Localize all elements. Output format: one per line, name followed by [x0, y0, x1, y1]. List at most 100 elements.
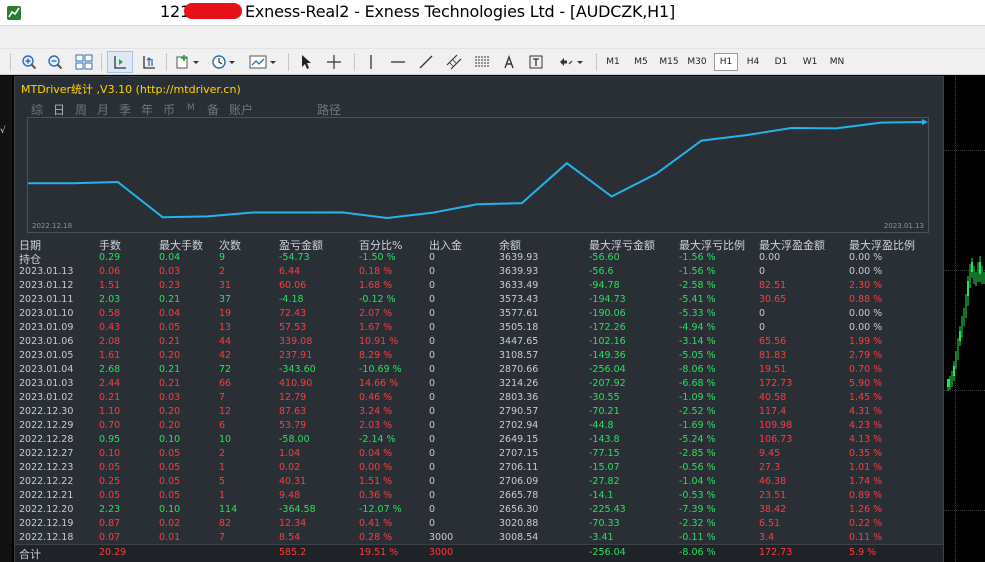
cell-max-fp: 0	[759, 266, 766, 277]
cell-count: 2	[219, 266, 226, 277]
cell-max-fl-pct: -4.94 %	[679, 322, 716, 333]
table-row[interactable]: 2023.01.06 2.08 0.21 44 339.08 10.91 % 0 3447.6…	[19, 336, 939, 350]
cell-max-fp: 40.58	[759, 392, 787, 403]
zoom-in-icon[interactable]	[18, 51, 40, 73]
indicators-icon[interactable]	[172, 51, 204, 73]
tab-month[interactable]: 月	[97, 101, 109, 118]
periods-clock-icon[interactable]	[208, 51, 240, 73]
cell-pct: -2.14 %	[359, 434, 396, 445]
cell-max-fl-pct: -2.52 %	[679, 406, 716, 417]
table-row[interactable]: 2023.01.05 1.61 0.20 42 237.91 8.29 % 0 3108.57…	[19, 350, 939, 364]
table-row[interactable]: 2022.12.30 1.10 0.20 12 87.63 3.24 % 0 2790.57 -…	[19, 406, 939, 420]
cell-io: 0	[429, 294, 436, 305]
cell-balance: 3633.49	[499, 280, 539, 291]
cursor-icon[interactable]	[294, 51, 318, 73]
column-header[interactable]: 次数	[219, 237, 241, 253]
table-row[interactable]: 2023.01.02 0.21 0.03 7 12.79 0.46 % 0 2803.36 -3…	[19, 392, 939, 406]
cell-pct: -1.50 %	[359, 252, 396, 263]
tab-comment[interactable]: 备	[207, 101, 219, 118]
table-row[interactable]: 2022.12.21 0.05 0.05 1 9.48 0.36 % 0 2665.78 -14…	[19, 490, 939, 504]
cell-max-fp-pct: 0.70 %	[849, 364, 883, 375]
cell-max-fl-pct: -8.06 %	[679, 547, 716, 558]
table-row[interactable]: 2023.01.09 0.43 0.05 13 57.53 1.67 % 0 3505.18 -…	[19, 322, 939, 336]
timeframe-h4[interactable]: H4	[742, 53, 764, 71]
column-header[interactable]: 最大浮盈金额	[759, 237, 825, 253]
tab-day[interactable]: 日	[53, 101, 65, 118]
vertical-line-icon[interactable]	[360, 51, 382, 73]
cell-balance: 3505.18	[499, 322, 539, 333]
fibonacci-icon[interactable]	[470, 51, 494, 73]
trendline-icon[interactable]	[414, 51, 438, 73]
cell-pnl: -54.73	[279, 252, 310, 263]
timeframe-h1[interactable]: H1	[714, 53, 738, 71]
zoom-out-icon[interactable]	[44, 51, 66, 73]
table-row[interactable]: 2022.12.28 0.95 0.10 10 -58.00 -2.14 % 0 2649.1…	[19, 434, 939, 448]
column-header[interactable]: 最大手数	[159, 237, 203, 253]
tab-summary[interactable]: 综	[31, 101, 43, 118]
tile-windows-icon[interactable]	[72, 51, 96, 73]
table-row[interactable]: 2022.12.19 0.87 0.02 82 12.34 0.41 % 0 3020.88 -…	[19, 518, 939, 532]
table-row[interactable]: 2022.12.29 0.70 0.20 6 53.79 2.03 % 0 2702.94 -4…	[19, 420, 939, 434]
table-row[interactable]: 2022.12.20 2.23 0.10 114 -364.58 -12.07 % 0 265…	[19, 504, 939, 518]
table-row[interactable]: 2023.01.12 1.51 0.23 31 60.06 1.68 % 0 3633.49 -…	[19, 280, 939, 294]
column-header[interactable]: 最大浮亏金额	[589, 237, 655, 253]
autoscroll-icon[interactable]	[137, 51, 161, 73]
column-header[interactable]: 最大浮盈比例	[849, 237, 915, 253]
table-row[interactable]: 2022.12.23 0.05 0.05 1 0.02 0.00 % 0 2706.11 -15…	[19, 462, 939, 476]
timeframe-m1[interactable]: M1	[602, 53, 624, 71]
timeframe-m5[interactable]: M5	[630, 53, 652, 71]
cell-max-fl: -70.33	[589, 518, 620, 529]
table-row-total[interactable]: 合计 20.29 585.2 19.51 % 3000 -256.04 -8.06 % 172…	[19, 547, 939, 561]
cell-pnl: 87.63	[279, 406, 307, 417]
toolbar-separator	[166, 53, 167, 71]
cell-max-fp-pct: 0.00 %	[849, 322, 883, 333]
column-header[interactable]: 手数	[99, 237, 121, 253]
crosshair-icon[interactable]	[322, 51, 346, 73]
cell-max-fl-pct: -1.56 %	[679, 252, 716, 263]
tab-year[interactable]: 年	[141, 101, 153, 118]
column-header[interactable]: 最大浮亏比例	[679, 237, 745, 253]
cell-max-fp-pct: 0.35 %	[849, 448, 883, 459]
column-header[interactable]: 百分比%	[359, 237, 402, 253]
cell-date: 2023.01.12	[19, 280, 74, 291]
table-row[interactable]: 2023.01.11 2.03 0.21 37 -4.18 -0.12 % 0 3573.43…	[19, 294, 939, 308]
table-row[interactable]: 2022.12.27 0.10 0.05 2 1.04 0.04 % 0 2707.15 -77…	[19, 448, 939, 462]
cell-pct: 1.51 %	[359, 476, 393, 487]
tab-path[interactable]: 路径	[317, 101, 341, 118]
tab-account[interactable]: 账户	[229, 101, 253, 118]
timeframe-d1[interactable]: D1	[770, 53, 792, 71]
table-row-holding[interactable]: 持仓 0.29 0.04 9 -54.73 -1.50 % 0 3639.93 -56.60 -1…	[19, 252, 939, 266]
table-row[interactable]: 2023.01.10 0.58 0.04 19 72.43 2.07 % 0 3577.61 -…	[19, 308, 939, 322]
arrows-icon[interactable]	[554, 51, 588, 73]
column-header[interactable]: 余额	[499, 237, 521, 253]
horizontal-line-icon[interactable]	[386, 51, 410, 73]
toolbar-separator	[10, 53, 11, 71]
cell-date: 2022.12.23	[19, 462, 74, 473]
table-row[interactable]: 2023.01.04 2.68 0.21 72 -343.60 -10.69 % 0 2870…	[19, 364, 939, 378]
cell-max-fl-pct: -0.11 %	[679, 532, 716, 543]
tab-magic[interactable]: M	[187, 103, 195, 113]
timeframe-w1[interactable]: W1	[798, 53, 822, 71]
cell-max-fl-pct: -7.39 %	[679, 504, 716, 515]
tab-week[interactable]: 周	[75, 101, 87, 118]
cell-max-fp-pct: 1.45 %	[849, 392, 883, 403]
chart-shift-icon[interactable]	[107, 51, 133, 73]
tab-quarter[interactable]: 季	[119, 101, 131, 118]
timeframe-m30[interactable]: M30	[684, 53, 710, 71]
timeframe-mn[interactable]: MN	[826, 53, 848, 71]
cell-max-fl-pct: -2.85 %	[679, 448, 716, 459]
column-header[interactable]: 出入金	[429, 237, 462, 253]
table-row[interactable]: 2023.01.13 0.06 0.03 2 6.44 0.18 % 0 3639.93 -56…	[19, 266, 939, 280]
timeframe-m15[interactable]: M15	[656, 53, 682, 71]
tab-currency[interactable]: 币	[163, 101, 175, 118]
equidistant-channel-icon[interactable]	[442, 51, 466, 73]
text-tool-icon[interactable]	[498, 51, 520, 73]
templates-icon[interactable]	[246, 51, 280, 73]
cell-date: 2023.01.03	[19, 378, 74, 389]
cell-balance: 2870.66	[499, 364, 539, 375]
text-label-icon[interactable]	[524, 51, 548, 73]
column-header[interactable]: 盈亏金额	[279, 237, 323, 253]
table-row[interactable]: 2022.12.22 0.25 0.05 5 40.31 1.51 % 0 2706.09 -2…	[19, 476, 939, 490]
cell-max-lots: 0.03	[159, 266, 181, 277]
table-row[interactable]: 2023.01.03 2.44 0.21 66 410.90 14.66 % 0 3214.2…	[19, 378, 939, 392]
